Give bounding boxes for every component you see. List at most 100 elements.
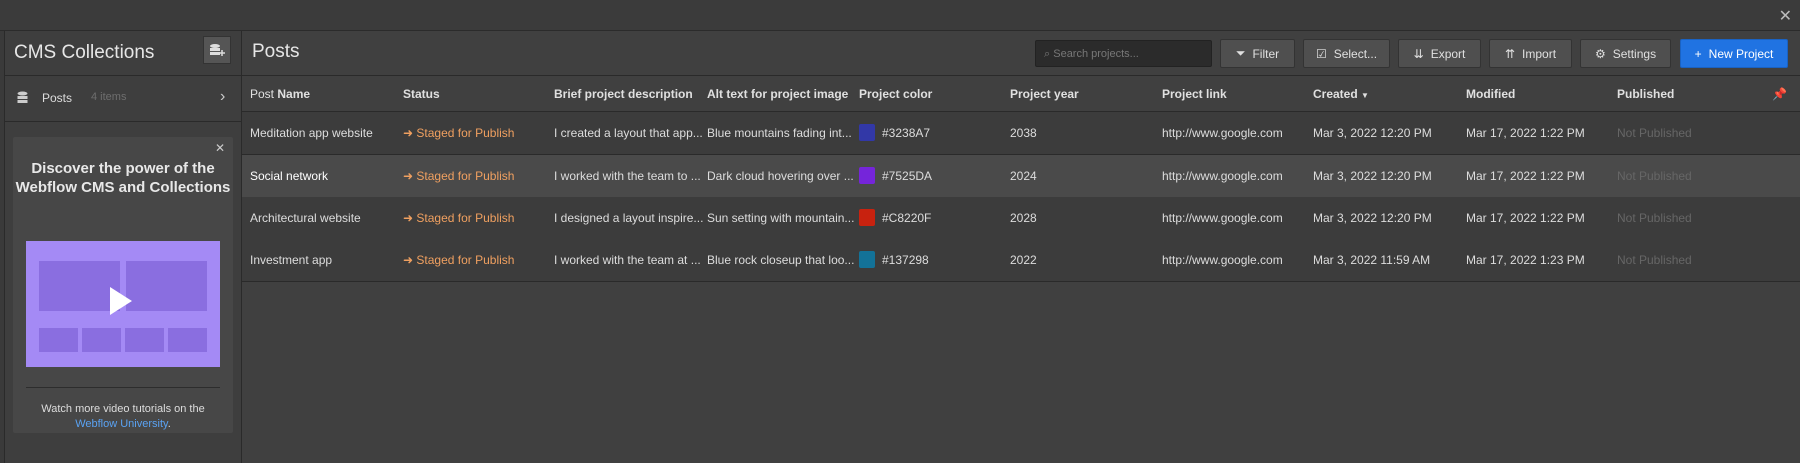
sidebar-item-posts[interactable]: Posts 4 items ›: [5, 76, 241, 122]
database-plus-icon: [210, 44, 225, 56]
settings-button[interactable]: ⚙ Settings: [1580, 39, 1671, 68]
color-swatch: [859, 209, 875, 226]
cell-link: http://www.google.com: [1162, 169, 1283, 183]
sidebar-title: CMS Collections: [14, 42, 155, 63]
arrow-right-icon: ➜: [403, 211, 414, 225]
promo-card: ✕ Discover the power of the Webflow CMS …: [13, 137, 233, 433]
pin-icon[interactable]: 📌: [1772, 87, 1787, 101]
column-status[interactable]: Status: [403, 87, 440, 101]
status-label: Staged for Publish: [416, 211, 515, 225]
column-brief[interactable]: Brief project description: [554, 87, 693, 101]
cell-alt: Blue mountains fading int...: [707, 126, 852, 140]
filter-button[interactable]: ⏷ Filter: [1220, 39, 1295, 68]
cell-color: #C8220F: [882, 211, 932, 225]
import-button[interactable]: ⇈ Import: [1489, 39, 1572, 68]
cell-color: #7525DA: [882, 169, 933, 183]
arrow-right-icon: ➜: [403, 253, 414, 267]
close-promo-icon[interactable]: ✕: [215, 141, 225, 155]
settings-label: Settings: [1612, 46, 1657, 61]
cell-color: #3238A7: [882, 126, 931, 140]
cell-published: Not Published: [1617, 169, 1692, 183]
column-color[interactable]: Project color: [859, 87, 932, 101]
status-label: Staged for Publish: [416, 169, 515, 183]
cell-modified: Mar 17, 2022 1:23 PM: [1466, 253, 1585, 267]
sort-desc-icon: ▼: [1361, 91, 1369, 100]
video-thumbnail[interactable]: [26, 241, 220, 367]
plus-icon: +: [1694, 46, 1702, 61]
cell-status: ➜ Staged for Publish: [403, 211, 514, 225]
status-label: Staged for Publish: [416, 126, 515, 140]
cell-created: Mar 3, 2022 12:20 PM: [1313, 211, 1432, 225]
cell-link: http://www.google.com: [1162, 211, 1283, 225]
cell-name: Social network: [250, 169, 329, 183]
color-swatch: [859, 167, 875, 184]
search-placeholder: Search projects...: [1053, 48, 1139, 60]
divider: [26, 387, 220, 388]
cell-year: 2022: [1010, 253, 1037, 267]
search-icon: ⌕: [1044, 48, 1051, 60]
column-year[interactable]: Project year: [1010, 87, 1079, 101]
database-icon: [17, 91, 28, 103]
gear-icon: ⚙: [1594, 46, 1606, 61]
cell-brief: I worked with the team at ...: [554, 253, 701, 267]
column-created[interactable]: Created ▼: [1313, 87, 1369, 101]
export-label: Export: [1430, 46, 1466, 61]
cell-published: Not Published: [1617, 211, 1692, 225]
cell-alt: Dark cloud hovering over ...: [707, 169, 854, 183]
arrow-right-icon: ➜: [403, 169, 414, 183]
cell-status: ➜ Staged for Publish: [403, 253, 514, 267]
cell-alt: Sun setting with mountain...: [707, 211, 855, 225]
cms-sidebar: CMS Collections Posts 4 items › ✕ Discov…: [0, 31, 242, 463]
promo-title: Discover the power of the Webflow CMS an…: [15, 160, 231, 196]
new-project-button[interactable]: + New Project: [1680, 39, 1788, 68]
cell-published: Not Published: [1617, 126, 1692, 140]
cell-created: Mar 3, 2022 12:20 PM: [1313, 126, 1432, 140]
collection-count: 4 items: [91, 91, 127, 103]
column-link[interactable]: Project link: [1162, 87, 1227, 101]
search-input[interactable]: ⌕ Search projects...: [1035, 40, 1212, 67]
cell-color: #137298: [882, 253, 929, 267]
play-icon: [110, 287, 132, 315]
cell-link: http://www.google.com: [1162, 126, 1283, 140]
chevron-right-icon: ›: [220, 88, 226, 105]
column-post-name[interactable]: Post Name: [250, 87, 310, 101]
cell-created: Mar 3, 2022 11:59 AM: [1313, 253, 1431, 267]
status-label: Staged for Publish: [416, 253, 515, 267]
table-row[interactable]: Architectural website ➜ Staged for Publi…: [242, 197, 1800, 240]
cell-modified: Mar 17, 2022 1:22 PM: [1466, 211, 1585, 225]
promo-footer-text: Watch more video tutorials on the: [41, 403, 205, 415]
column-alt[interactable]: Alt text for project image: [707, 87, 848, 101]
add-collection-button[interactable]: [203, 36, 231, 64]
cell-modified: Mar 17, 2022 1:22 PM: [1466, 169, 1585, 183]
export-button[interactable]: ⇊ Export: [1398, 39, 1481, 68]
main-header: Posts ⌕ Search projects... ⏷ Filter ☑ Sele…: [242, 31, 1800, 76]
arrow-right-icon: ➜: [403, 126, 414, 140]
cell-name: Investment app: [250, 253, 333, 267]
top-bar: ✕: [0, 0, 1800, 31]
close-icon[interactable]: ✕: [1779, 6, 1792, 26]
cell-link: http://www.google.com: [1162, 253, 1283, 267]
column-published[interactable]: Published: [1617, 87, 1674, 101]
page-title: Posts: [252, 41, 300, 62]
table-header: Post Name Status Brief project descripti…: [242, 76, 1800, 112]
promo-footer: Watch more video tutorials on the Webflo…: [13, 402, 233, 432]
cell-name: Architectural website: [250, 211, 361, 225]
cell-brief: I created a layout that app...: [554, 126, 703, 140]
sidebar-header: CMS Collections: [5, 31, 241, 76]
table-row[interactable]: Investment app ➜ Staged for Publish I wo…: [242, 239, 1800, 282]
table-row[interactable]: Meditation app website ➜ Staged for Publ…: [242, 112, 1800, 155]
export-icon: ⇊: [1413, 46, 1424, 61]
collection-label: Posts: [42, 91, 73, 105]
cell-created: Mar 3, 2022 12:20 PM: [1313, 169, 1432, 183]
webflow-university-link[interactable]: Webflow University: [75, 418, 168, 430]
table-row[interactable]: Social network ➜ Staged for Publish I wo…: [242, 155, 1800, 198]
cell-alt: Blue rock closeup that loo...: [707, 253, 855, 267]
cell-status: ➜ Staged for Publish: [403, 126, 514, 140]
cell-year: 2024: [1010, 169, 1037, 183]
select-button[interactable]: ☑ Select...: [1303, 39, 1390, 68]
color-swatch: [859, 251, 875, 268]
column-modified[interactable]: Modified: [1466, 87, 1515, 101]
cell-brief: I designed a layout inspire...: [554, 211, 704, 225]
cell-year: 2028: [1010, 211, 1037, 225]
column-label: Created: [1313, 87, 1358, 101]
